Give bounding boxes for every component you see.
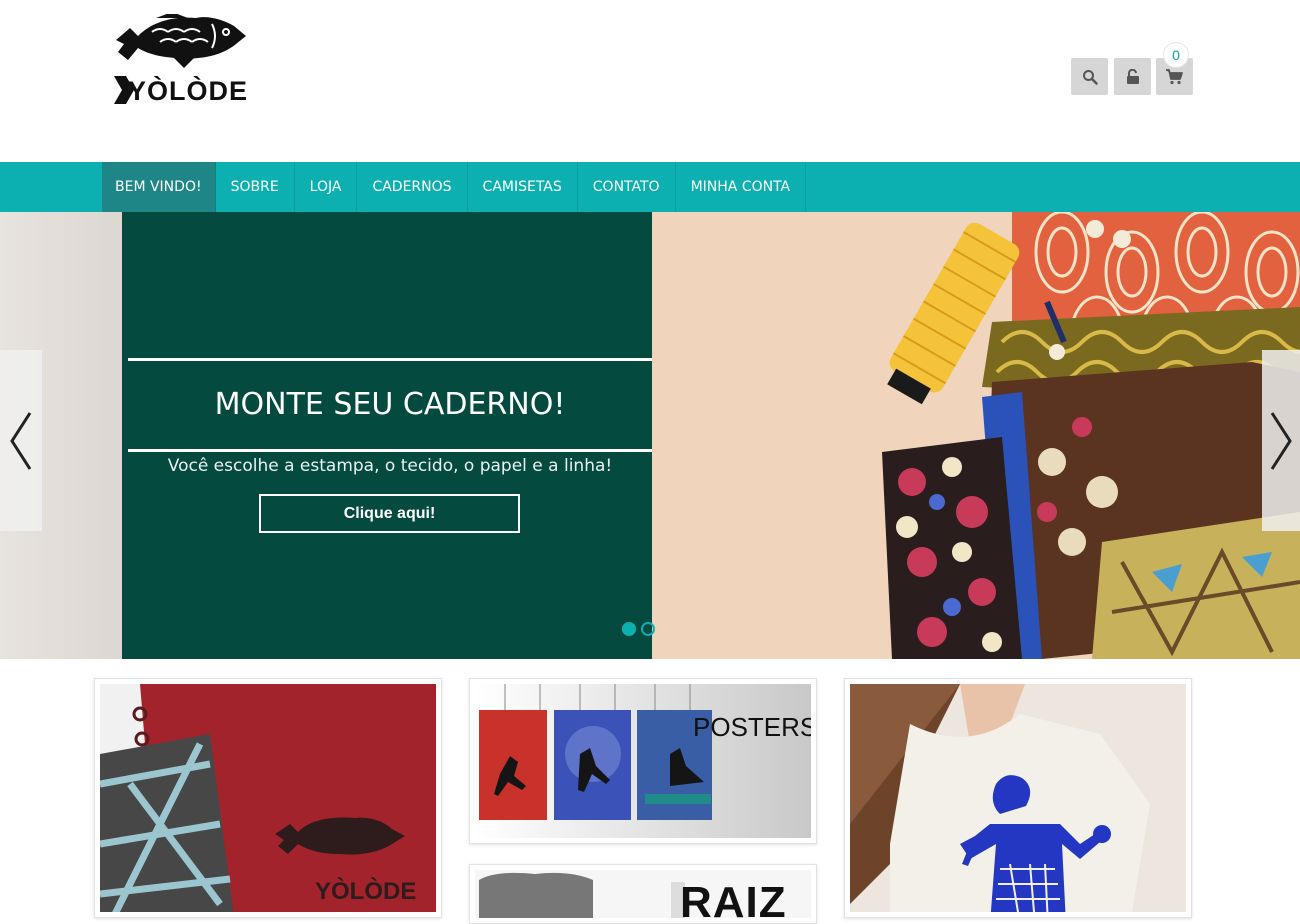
slide-divider-top	[128, 358, 652, 361]
search-button[interactable]	[1071, 58, 1108, 95]
slider-dot-2[interactable]	[641, 622, 655, 636]
card-posters[interactable]: POSTERS	[469, 678, 817, 844]
card-cadernos-image: YÒLÒDE	[100, 684, 436, 912]
site-logo[interactable]: YÒLÒDE	[112, 12, 248, 114]
slide-title: MONTE SEU CADERNO!	[214, 387, 566, 422]
nav-item-sobre[interactable]: SOBRE	[216, 162, 295, 212]
slider-prev-button[interactable]	[0, 350, 42, 531]
card-raiz[interactable]: RAIZ	[469, 864, 817, 924]
slider-next-button[interactable]	[1262, 350, 1300, 531]
site-header: YÒLÒDE 0	[0, 0, 1300, 162]
slider-dot-1[interactable]	[622, 622, 636, 636]
notebook-logo-text: YÒLÒDE	[315, 877, 416, 905]
nav-item-loja[interactable]: LOJA	[295, 162, 358, 212]
card-camisetas-image	[850, 684, 1186, 912]
cart-count-badge: 0	[1163, 42, 1189, 68]
slide-subtitle: Você escolhe a estampa, o tecido, o pape…	[167, 456, 613, 476]
raiz-label: RAIZ	[680, 878, 787, 918]
logo-wordmark: YÒLÒDE	[128, 75, 248, 106]
nav-item-bem-vindo[interactable]: BEM VINDO!	[102, 162, 216, 212]
nav-item-cadernos[interactable]: CADERNOS	[357, 162, 468, 212]
login-button[interactable]	[1114, 58, 1151, 95]
fish-logo-icon: YÒLÒDE	[114, 12, 248, 106]
posters-label: POSTERS	[693, 712, 811, 742]
card-camisetas[interactable]	[844, 678, 1192, 918]
unlock-icon	[1126, 68, 1139, 84]
search-icon	[1082, 69, 1098, 85]
card-raiz-image: RAIZ	[475, 870, 811, 918]
slide-text-panel	[122, 212, 652, 659]
slide-photo-notebooks	[652, 212, 1300, 659]
card-cadernos[interactable]: YÒLÒDE	[94, 678, 442, 918]
chevron-right-icon	[1270, 411, 1292, 470]
main-navigation: BEM VINDO! SOBRE LOJA CADERNOS CAMISETAS…	[0, 162, 1300, 212]
cart-icon	[1166, 68, 1183, 84]
slide-cta-button[interactable]: Clique aqui!	[259, 494, 520, 533]
card-posters-image: POSTERS	[475, 684, 811, 838]
chevron-left-icon	[10, 411, 32, 470]
nav-item-camisetas[interactable]: CAMISETAS	[468, 162, 578, 212]
nav-list: BEM VINDO! SOBRE LOJA CADERNOS CAMISETAS…	[102, 162, 807, 212]
nav-item-minha-conta[interactable]: MINHA CONTA	[676, 162, 807, 212]
hero-slider: MONTE SEU CADERNO! Você escolhe a estamp…	[0, 212, 1300, 659]
nav-item-contato[interactable]: CONTATO	[578, 162, 676, 212]
slide-divider-bottom	[128, 449, 652, 452]
